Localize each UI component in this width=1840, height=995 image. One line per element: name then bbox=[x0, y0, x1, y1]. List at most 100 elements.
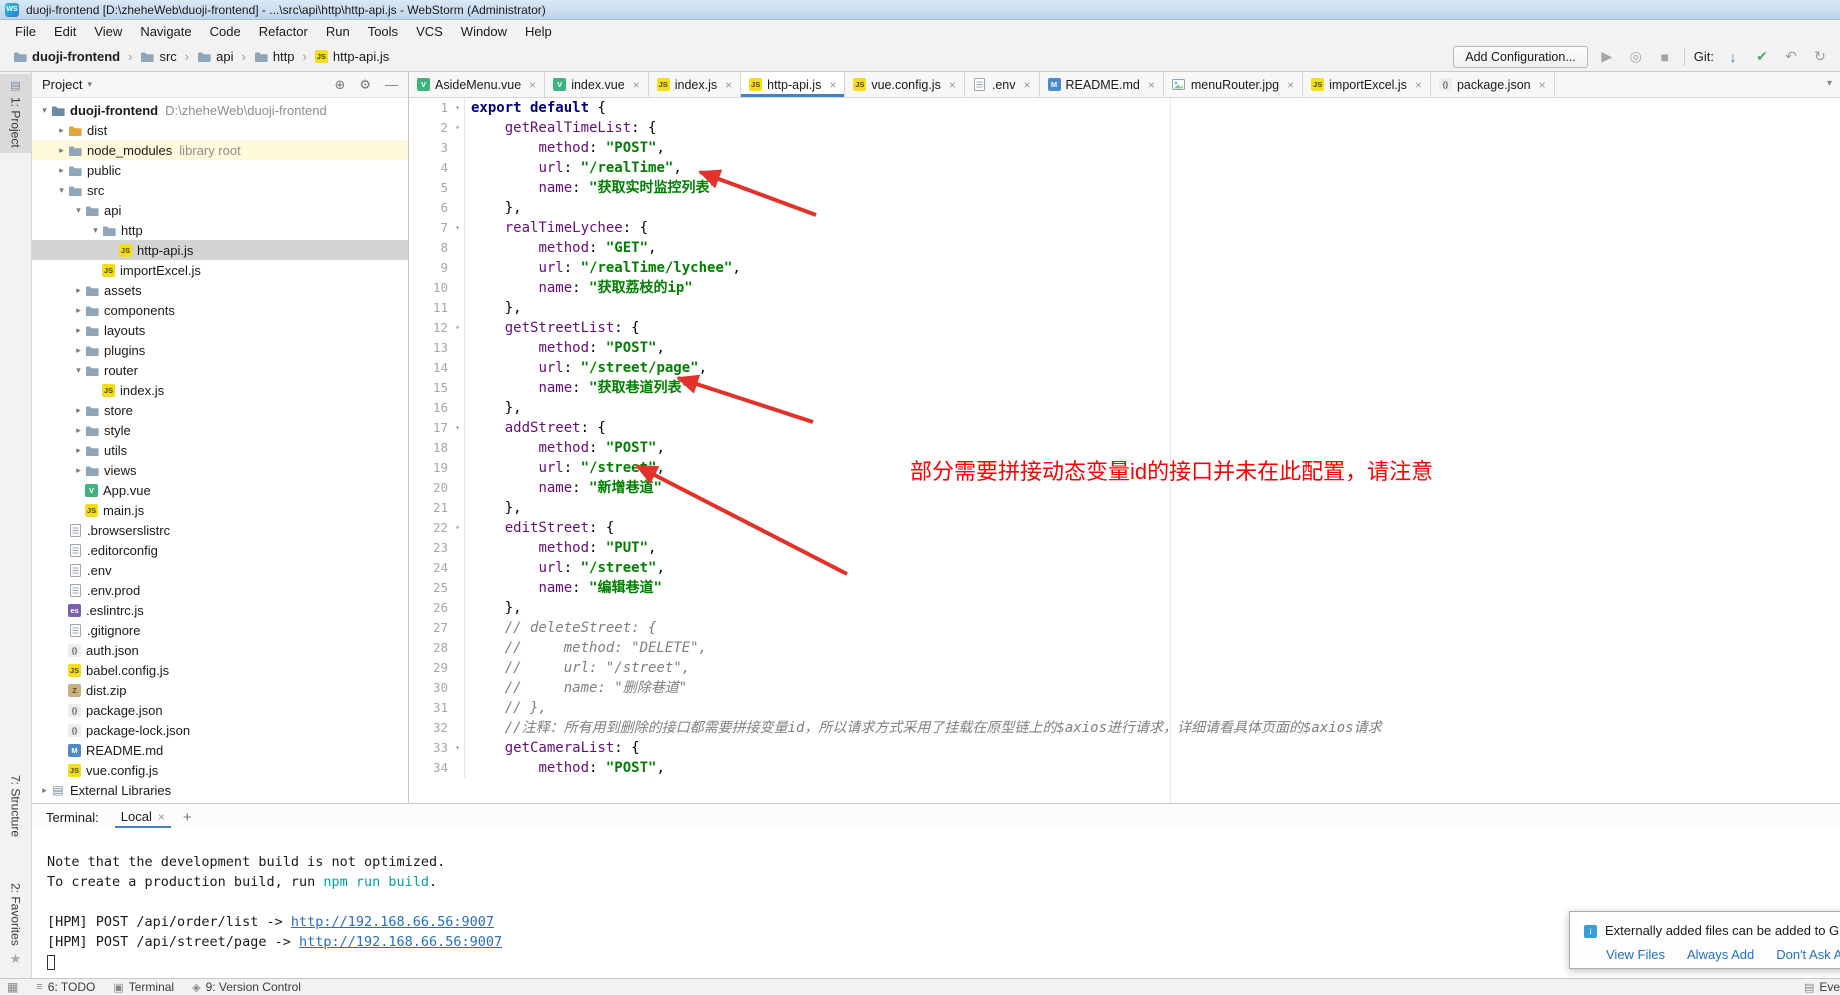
close-icon[interactable]: × bbox=[1287, 78, 1294, 92]
tree-item-duoji-frontend[interactable]: ▾duoji-frontendD:\zheheWeb\duoji-fronten… bbox=[32, 100, 408, 120]
code-line-12[interactable]: 12▾ getStreetList: { bbox=[409, 318, 1840, 338]
close-icon[interactable]: × bbox=[949, 78, 956, 92]
chevron-expanded-icon[interactable]: ▾ bbox=[89, 225, 102, 236]
terminal-tab-local[interactable]: Local × bbox=[115, 806, 171, 828]
tree-item-public[interactable]: ▸public bbox=[32, 160, 408, 180]
menu-code[interactable]: Code bbox=[201, 20, 250, 42]
tree-item-http-api.js[interactable]: JShttp-api.js bbox=[32, 240, 408, 260]
tree-item-main.js[interactable]: JSmain.js bbox=[32, 500, 408, 520]
tree-item-.editorconfig[interactable]: .editorconfig bbox=[32, 540, 408, 560]
new-terminal-session-icon[interactable]: + bbox=[183, 809, 192, 826]
code-line-33[interactable]: 33▾ getCameraList: { bbox=[409, 738, 1840, 758]
tree-item-dist[interactable]: ▸dist bbox=[32, 120, 408, 140]
code-line-10[interactable]: 10 name: "获取荔枝的ip" bbox=[409, 278, 1840, 298]
tree-item-api[interactable]: ▾api bbox=[32, 200, 408, 220]
menu-edit[interactable]: Edit bbox=[45, 20, 85, 42]
menu-view[interactable]: View bbox=[85, 20, 131, 42]
menu-file[interactable]: File bbox=[6, 20, 45, 42]
code-line-8[interactable]: 8 method: "GET", bbox=[409, 238, 1840, 258]
update-project-icon[interactable]: ↓ bbox=[1723, 49, 1743, 65]
close-icon[interactable]: × bbox=[1023, 78, 1030, 92]
status-item-6-todo[interactable]: ≡6: TODO bbox=[36, 980, 95, 994]
breadcrumb-item-src[interactable]: src bbox=[135, 47, 181, 66]
menu-navigate[interactable]: Navigate bbox=[131, 20, 200, 42]
chevron-expanded-icon[interactable]: ▾ bbox=[55, 185, 68, 196]
tree-item-layouts[interactable]: ▸layouts bbox=[32, 320, 408, 340]
status-item-terminal[interactable]: ▣Terminal bbox=[113, 980, 174, 994]
tree-item-External Libraries[interactable]: ▸▤External Libraries bbox=[32, 780, 408, 800]
project-panel-title[interactable]: Project bbox=[42, 77, 82, 92]
fold-marker-icon[interactable]: ▾ bbox=[451, 98, 464, 118]
code-line-2[interactable]: 2▾ getRealTimeList: { bbox=[409, 118, 1840, 138]
editor-tab-http-api.js[interactable]: JShttp-api.js× bbox=[741, 72, 845, 97]
code-line-26[interactable]: 26 }, bbox=[409, 598, 1840, 618]
tree-item-importExcel.js[interactable]: JSimportExcel.js bbox=[32, 260, 408, 280]
code-line-32[interactable]: 32 //注释：所有用到删除的接口都需要拼接变量id，所以请求方式采用了挂载在原… bbox=[409, 718, 1840, 738]
code-line-17[interactable]: 17▾ addStreet: { bbox=[409, 418, 1840, 438]
close-icon[interactable]: × bbox=[529, 78, 536, 92]
menu-run[interactable]: Run bbox=[317, 20, 359, 42]
history-icon[interactable]: ↻ bbox=[1810, 48, 1830, 65]
editor-tab-menuRouter.jpg[interactable]: menuRouter.jpg× bbox=[1164, 72, 1303, 97]
menu-help[interactable]: Help bbox=[516, 20, 561, 42]
close-icon[interactable]: × bbox=[725, 78, 732, 92]
code-line-1[interactable]: 1▾export default { bbox=[409, 98, 1840, 118]
tree-item-.gitignore[interactable]: .gitignore bbox=[32, 620, 408, 640]
fold-marker-icon[interactable]: ▾ bbox=[451, 318, 464, 338]
chevron-collapsed-icon[interactable]: ▸ bbox=[72, 325, 85, 336]
fold-marker-icon[interactable]: ▾ bbox=[451, 738, 464, 758]
menu-vcs[interactable]: VCS bbox=[407, 20, 452, 42]
tree-item-style[interactable]: ▸style bbox=[32, 420, 408, 440]
tree-item-components[interactable]: ▸components bbox=[32, 300, 408, 320]
code-line-11[interactable]: 11 }, bbox=[409, 298, 1840, 318]
notification-action-always-add[interactable]: Always Add bbox=[1687, 947, 1754, 962]
tree-item-package.json[interactable]: {}package.json bbox=[32, 700, 408, 720]
status-bar-event-log[interactable]: ▤ Event Log bbox=[1804, 980, 1840, 994]
menu-refactor[interactable]: Refactor bbox=[250, 20, 317, 42]
breadcrumb-item-http[interactable]: http bbox=[249, 47, 300, 66]
close-icon[interactable]: × bbox=[1148, 78, 1155, 92]
code-line-15[interactable]: 15 name: "获取巷道列表" bbox=[409, 378, 1840, 398]
chevron-expanded-icon[interactable]: ▾ bbox=[38, 105, 51, 116]
terminal-link[interactable]: http://192.168.66.56:9007 bbox=[299, 934, 502, 950]
tree-item-.eslintrc.js[interactable]: es.eslintrc.js bbox=[32, 600, 408, 620]
breadcrumb-item-duoji-frontend[interactable]: duoji-frontend bbox=[8, 47, 125, 66]
code-line-3[interactable]: 3 method: "POST", bbox=[409, 138, 1840, 158]
code-line-5[interactable]: 5 name: "获取实时监控列表" bbox=[409, 178, 1840, 198]
close-icon[interactable]: × bbox=[1415, 78, 1422, 92]
fold-marker-icon[interactable]: ▾ bbox=[451, 518, 464, 538]
close-icon[interactable]: × bbox=[829, 78, 836, 92]
close-icon[interactable]: × bbox=[633, 78, 640, 92]
chevron-collapsed-icon[interactable]: ▸ bbox=[72, 305, 85, 316]
close-icon[interactable]: × bbox=[158, 810, 165, 824]
tree-item-auth.json[interactable]: {}auth.json bbox=[32, 640, 408, 660]
code-line-13[interactable]: 13 method: "POST", bbox=[409, 338, 1840, 358]
hide-panel-icon[interactable]: — bbox=[385, 77, 398, 93]
tree-item-utils[interactable]: ▸utils bbox=[32, 440, 408, 460]
code-line-31[interactable]: 31 // }, bbox=[409, 698, 1840, 718]
chevron-expanded-icon[interactable]: ▾ bbox=[72, 205, 85, 216]
tree-item-.env.prod[interactable]: .env.prod bbox=[32, 580, 408, 600]
code-line-30[interactable]: 30 // name: "删除巷道" bbox=[409, 678, 1840, 698]
chevron-collapsed-icon[interactable]: ▸ bbox=[72, 465, 85, 476]
fold-marker-icon[interactable]: ▾ bbox=[451, 118, 464, 138]
notification-action-don-t-ask-again[interactable]: Don't Ask Again bbox=[1776, 947, 1840, 962]
code-line-7[interactable]: 7▾ realTimeLychee: { bbox=[409, 218, 1840, 238]
tree-item-http[interactable]: ▾http bbox=[32, 220, 408, 240]
editor[interactable]: 1▾export default {2▾ getRealTimeList: {3… bbox=[409, 98, 1840, 803]
code-line-4[interactable]: 4 url: "/realTime", bbox=[409, 158, 1840, 178]
chevron-down-icon[interactable]: ▾ bbox=[87, 79, 92, 90]
add-configuration-button[interactable]: Add Configuration... bbox=[1453, 46, 1588, 68]
editor-tab-vue.config.js[interactable]: JSvue.config.js× bbox=[845, 72, 965, 97]
commit-icon[interactable]: ✔ bbox=[1752, 48, 1772, 65]
editor-tab-index.js[interactable]: JSindex.js× bbox=[649, 72, 741, 97]
chevron-collapsed-icon[interactable]: ▸ bbox=[55, 165, 68, 176]
tool-button-structure[interactable]: 7: Structure bbox=[0, 770, 31, 842]
terminal-link[interactable]: http://192.168.66.56:9007 bbox=[291, 914, 494, 930]
chevron-collapsed-icon[interactable]: ▸ bbox=[55, 125, 68, 136]
code-line-22[interactable]: 22▾ editStreet: { bbox=[409, 518, 1840, 538]
code-line-29[interactable]: 29 // url: "/street", bbox=[409, 658, 1840, 678]
fold-marker-icon[interactable]: ▾ bbox=[451, 218, 464, 238]
editor-tab-README.md[interactable]: MREADME.md× bbox=[1040, 72, 1164, 97]
tree-item-index.js[interactable]: JSindex.js bbox=[32, 380, 408, 400]
